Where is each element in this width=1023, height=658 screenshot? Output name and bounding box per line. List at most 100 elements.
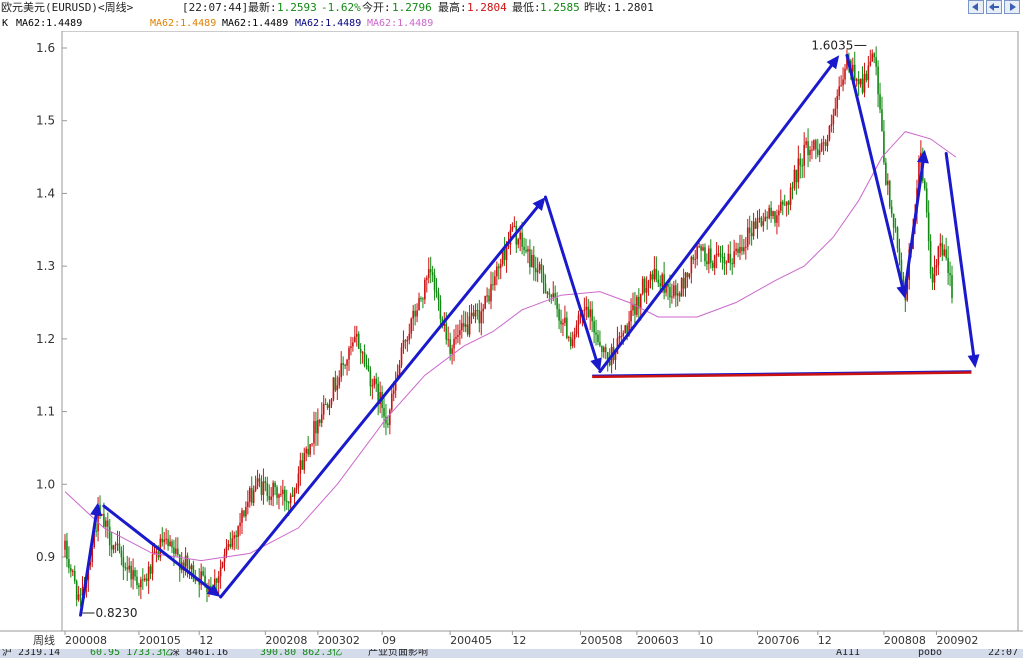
- candle-body: [653, 268, 656, 280]
- x-tick-label: 200706: [757, 634, 799, 647]
- status-alert[interactable]: A111: [836, 649, 860, 658]
- legend-ma-5: MA62:1.4489: [367, 18, 434, 29]
- candle-body: [177, 548, 179, 555]
- candle-body: [618, 336, 621, 339]
- candle-body: [132, 570, 134, 580]
- annotation-label: 1.6035: [811, 38, 853, 52]
- candle-body: [774, 211, 776, 223]
- candle-body: [641, 278, 644, 294]
- candle-body: [674, 285, 677, 296]
- candle-body: [603, 347, 605, 353]
- candle-body: [431, 272, 434, 276]
- candle-body: [558, 309, 560, 321]
- candle-body: [488, 295, 490, 302]
- back-icon[interactable]: [986, 0, 1002, 14]
- candle-body: [713, 255, 716, 268]
- candle-body: [756, 218, 759, 229]
- candle-body: [661, 274, 663, 287]
- candle-body: [787, 201, 790, 205]
- candle-body: [499, 264, 502, 269]
- candle-body: [247, 501, 249, 508]
- legend-ma-1: MA62:1.4489: [16, 18, 83, 29]
- candle-body: [820, 142, 823, 151]
- candle-body: [925, 188, 928, 213]
- candle-body: [418, 298, 420, 311]
- candle-body: [342, 363, 344, 365]
- candle-body: [822, 142, 825, 144]
- candle-body: [71, 570, 74, 572]
- candle-body: [108, 526, 111, 546]
- candle-body: [124, 567, 127, 569]
- candle-body: [116, 543, 119, 545]
- candle-body: [645, 288, 648, 293]
- candle-body: [888, 180, 891, 207]
- candle-body: [361, 352, 364, 354]
- x-tick-label: 09: [382, 634, 396, 647]
- candle-body: [673, 285, 675, 297]
- prev-page-icon[interactable]: [968, 0, 984, 14]
- candle-body: [147, 566, 150, 581]
- candle-body: [657, 279, 660, 284]
- candle-body: [818, 150, 821, 155]
- candle-body: [599, 341, 601, 346]
- candle-body: [285, 500, 288, 503]
- candle-body: [422, 298, 424, 300]
- candle-body: [711, 262, 714, 268]
- candle-body: [161, 538, 164, 543]
- forward-icon[interactable]: [1004, 0, 1020, 14]
- candle-body: [540, 264, 543, 274]
- status-sz-volume: 390.80 862.3亿: [260, 649, 343, 658]
- candle-body: [601, 345, 603, 353]
- candle-body: [328, 404, 331, 408]
- candle-body: [254, 486, 257, 491]
- candle-body: [165, 538, 167, 540]
- candle-body: [770, 207, 772, 217]
- candle-body: [513, 225, 516, 227]
- candle-body: [805, 141, 807, 145]
- candle-body: [620, 336, 623, 338]
- candle-body: [809, 149, 811, 156]
- candle-body: [134, 570, 136, 577]
- status-clock: 22:07: [988, 649, 1019, 658]
- candle-body: [427, 269, 430, 278]
- candle-body: [873, 53, 875, 58]
- candle-body: [560, 320, 562, 325]
- candle-body: [235, 535, 237, 538]
- symbol-title: 欧元美元(EURUSD)<周线>: [1, 1, 134, 14]
- candle-body: [869, 61, 872, 66]
- candle-body: [317, 419, 319, 434]
- candle-body: [737, 248, 739, 253]
- candle-body: [474, 310, 477, 317]
- candle-body: [237, 526, 239, 538]
- candle-body: [752, 221, 755, 237]
- candle-body: [355, 333, 358, 337]
- candle-body: [383, 408, 385, 417]
- candle-body: [542, 273, 545, 284]
- candle-body: [793, 169, 796, 189]
- candle-body: [536, 269, 539, 273]
- candle-body: [173, 547, 175, 554]
- candle-body: [883, 131, 885, 163]
- candle-body: [202, 571, 204, 576]
- candle-body: [490, 284, 492, 302]
- candle-body: [77, 594, 80, 600]
- candle-body: [544, 283, 547, 294]
- candle-body: [750, 232, 753, 237]
- low-label: 最低:: [512, 1, 541, 14]
- status-news[interactable]: 产业负面影响: [368, 649, 428, 658]
- candle-body: [614, 353, 617, 361]
- candle-body: [851, 64, 854, 72]
- candle-body: [241, 510, 243, 523]
- candle-body: [503, 249, 506, 260]
- title-bar: 欧元美元(EURUSD)<周线> [22:07:44] 最新: 1.2593 -…: [0, 0, 1023, 16]
- candle-body: [807, 141, 809, 156]
- candle-body: [311, 443, 313, 445]
- candle-body: [464, 324, 467, 327]
- candle-body: [892, 213, 895, 228]
- candle-body: [287, 502, 290, 504]
- candle-body: [188, 566, 191, 570]
- candle-body: [305, 448, 308, 454]
- candlestick-chart[interactable]: 1.6 1.5 1.4 1.3 1.2 1.1 1.0 0.9 周线 200008 200105 12…: [0, 31, 1023, 649]
- candle-body: [830, 124, 833, 126]
- candle-body: [538, 264, 541, 270]
